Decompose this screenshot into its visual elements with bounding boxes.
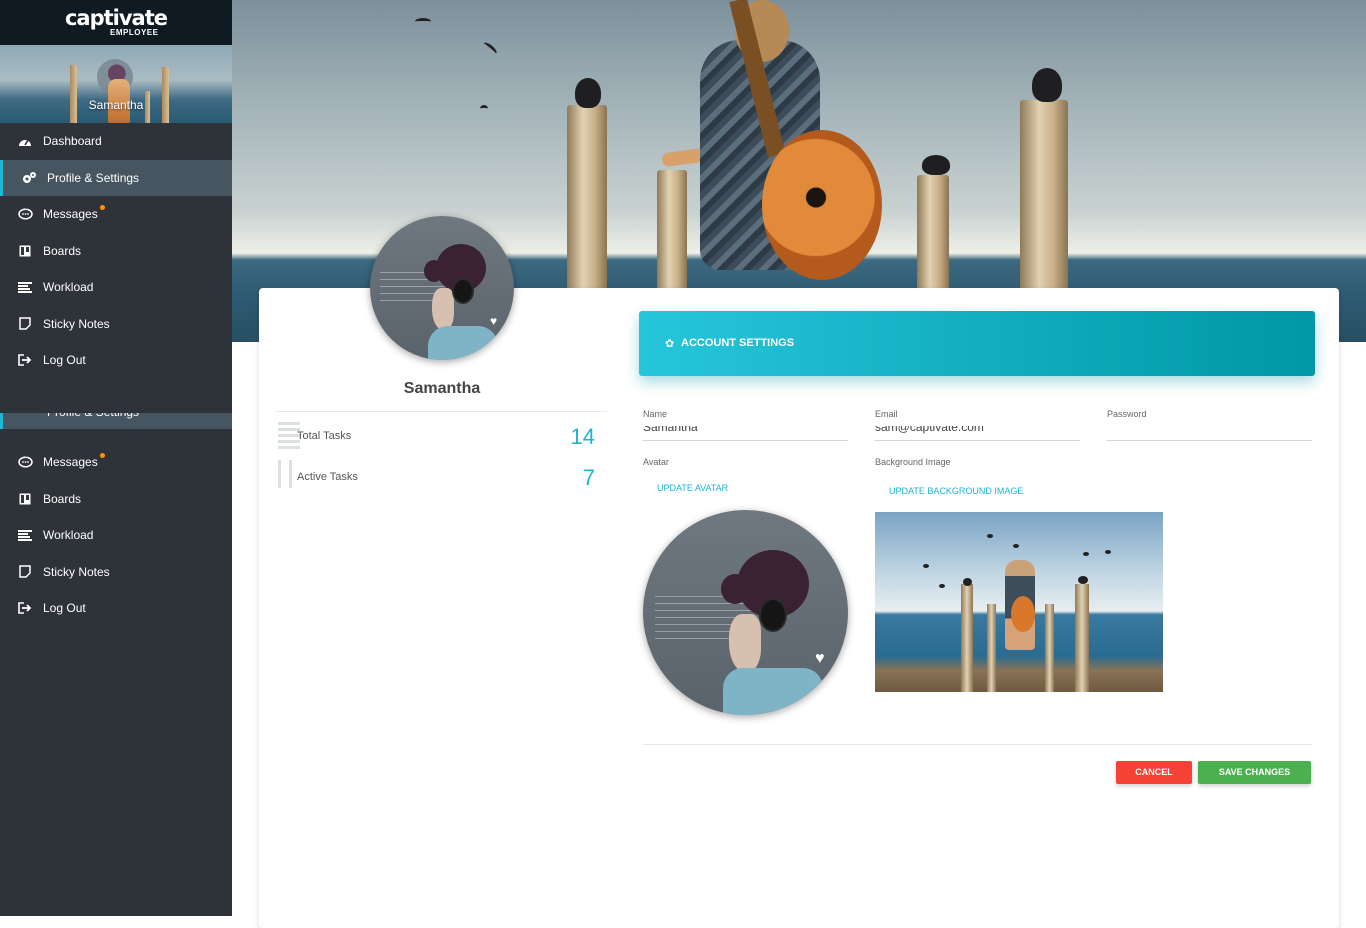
sidebar-item-label: Messages: [43, 205, 105, 222]
stat-value-active-tasks: 7: [582, 465, 595, 490]
stat-value-total-tasks: 14: [570, 424, 595, 449]
sidebar-item-dashboard[interactable]: Dashboard: [0, 123, 232, 160]
sidebar-item-messages[interactable]: Messages: [0, 196, 232, 233]
sidebar-item-messages[interactable]: Messages: [0, 444, 232, 481]
active-tasks-icon: [278, 460, 292, 488]
sidebar-item-sticky-notes[interactable]: Sticky Notes: [0, 306, 232, 343]
sidebar-profile-banner[interactable]: Samantha: [0, 45, 232, 123]
account-settings-title: ACCOUNT SETTINGS: [681, 337, 795, 349]
sidebar-item-label: Messages: [43, 453, 105, 470]
divider: [277, 411, 607, 412]
messages-label: Messages: [43, 207, 98, 222]
logout-icon: [17, 353, 33, 367]
update-avatar-button[interactable]: UPDATE AVATAR: [657, 483, 728, 493]
stat-label-active-tasks: Active Tasks: [297, 471, 358, 483]
chat-icon: [17, 207, 33, 221]
note-icon: [17, 317, 33, 331]
profile-name: Samantha: [403, 380, 481, 397]
flying-bird: [481, 40, 499, 57]
email-value: sam@captivate.com: [875, 426, 984, 434]
sidebar-item-label: Workload: [43, 528, 94, 543]
app-logo[interactable]: captivate EMPLOYEE: [0, 0, 232, 45]
sidebar-item-logout[interactable]: Log Out: [0, 590, 232, 627]
avatar-label: Avatar: [643, 457, 669, 467]
messages-label: Messages: [43, 455, 98, 470]
email-label: Email: [875, 409, 898, 419]
board-icon: [17, 244, 33, 258]
flying-bird: [415, 18, 431, 25]
sidebar-nav: Dashboard Profile & Settings Messages Bo…: [0, 123, 232, 379]
flying-bird: [480, 105, 488, 112]
stat-label-total-tasks: Total Tasks: [297, 430, 352, 442]
sidebar-item-boards[interactable]: Boards: [0, 481, 232, 518]
sidebar-item-label: Sticky Notes: [43, 564, 110, 579]
gear-icon: ✿: [665, 338, 675, 350]
list-icon: [17, 280, 33, 294]
logo-subtitle: EMPLOYEE: [110, 28, 159, 37]
name-value: Samantha: [643, 426, 698, 434]
board-icon: [17, 492, 33, 506]
guitar-body: [762, 130, 882, 280]
crow: [575, 78, 601, 108]
sidebar-nav-duplicate: Messages Boards Workload Sticky Notes Lo…: [0, 444, 232, 627]
chat-icon: [17, 455, 33, 469]
sidebar-item-workload[interactable]: Workload: [0, 517, 232, 554]
sidebar-item-label: Workload: [43, 280, 94, 295]
save-changes-button[interactable]: SAVE CHANGES: [1198, 761, 1311, 784]
sidebar-item-label: Log Out: [43, 353, 86, 368]
sidebar-item-label: Log Out: [43, 601, 86, 616]
logo-text: captivate: [64, 6, 168, 30]
sidebar: captivate EMPLOYEE Samantha Dashboard Pr…: [0, 0, 232, 916]
avatar-preview: ♥: [643, 510, 848, 715]
sidebar-item-label: Profile & Settings: [47, 170, 140, 185]
account-settings-header: ✿ ACCOUNT SETTINGS: [639, 311, 1315, 376]
list-icon: [17, 528, 33, 542]
sidebar-item-workload[interactable]: Workload: [0, 269, 232, 306]
heart-icon: ♥: [490, 314, 498, 328]
notification-dot: [99, 205, 105, 211]
note-icon: [17, 565, 33, 579]
sidebar-item-boards[interactable]: Boards: [0, 233, 232, 270]
logout-icon: [17, 601, 33, 615]
sidebar-user-name: Samantha: [88, 98, 144, 112]
gears-icon: [21, 171, 37, 185]
sidebar-item-label: Boards: [43, 243, 82, 258]
heart-icon: ♥: [815, 650, 825, 667]
password-field[interactable]: [1107, 426, 1312, 441]
background-image-preview: [875, 512, 1163, 692]
sidebar-item-sticky-notes[interactable]: Sticky Notes: [0, 554, 232, 591]
crow: [922, 155, 950, 175]
background-image-label: Background Image: [875, 457, 951, 467]
sidebar-item-logout[interactable]: Log Out: [0, 342, 232, 379]
sidebar-item-label: Boards: [43, 491, 82, 506]
cancel-button[interactable]: CANCEL: [1116, 761, 1192, 784]
divider: [643, 744, 1312, 745]
update-background-button[interactable]: UPDATE BACKGROUND IMAGE: [889, 486, 1023, 496]
password-label: Password: [1107, 409, 1147, 419]
crow: [1032, 68, 1062, 102]
email-field[interactable]: sam@captivate.com: [875, 426, 1080, 441]
dashboard-icon: [17, 134, 33, 148]
sidebar-item-label: Profile & Settings: [47, 413, 139, 419]
sidebar-item-label: Dashboard: [43, 134, 102, 149]
name-field[interactable]: Samantha: [643, 426, 848, 441]
name-label: Name: [643, 409, 668, 419]
sidebar-item-label: Sticky Notes: [43, 316, 110, 331]
sidebar-item-profile-settings[interactable]: Profile & Settings: [0, 159, 232, 196]
profile-avatar: ♥: [370, 216, 514, 360]
sidebar-item-profile-settings-duplicate[interactable]: Profile & Settings: [0, 413, 232, 429]
notification-dot: [99, 453, 105, 459]
